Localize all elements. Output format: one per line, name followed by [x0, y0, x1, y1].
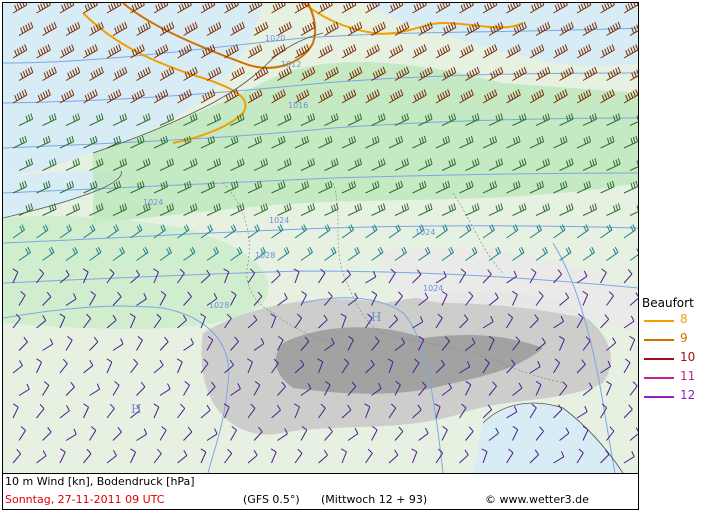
pressure-label: 1024: [423, 284, 443, 293]
pressure-label: 1024: [269, 216, 289, 225]
legend-title: Beaufort: [642, 296, 694, 310]
legend-label: 10: [680, 350, 696, 364]
legend-item: 8: [640, 310, 702, 329]
pressure-label: 1012: [281, 60, 301, 69]
pressure-label: 1024: [415, 228, 435, 237]
legend-item: 10: [640, 348, 702, 367]
legend-item: 12: [640, 386, 702, 405]
pressure-label: 1016: [288, 101, 308, 110]
legend-swatch: [644, 358, 674, 360]
legend-label: 9: [680, 331, 688, 345]
legend-label: 8: [680, 312, 688, 326]
forecast-date: Sonntag, 27-11-2011 09 UTC: [5, 493, 165, 506]
model-name: (GFS 0.5°): [243, 493, 300, 506]
weather-map: 1020 1012 1016 1024 1024 1028 1024 1024 …: [2, 2, 639, 474]
pressure-label: 1020: [265, 34, 285, 43]
pressure-label: 1024: [143, 198, 163, 207]
map-footer: 10 m Wind [kn], Bodendruck [hPa] Sonntag…: [2, 473, 639, 510]
map-variables: 10 m Wind [kn], Bodendruck [hPa]: [5, 475, 195, 488]
pressure-label: 1028: [255, 251, 275, 260]
high-pressure-marker: H: [131, 402, 141, 416]
model-run: (Mittwoch 12 + 93): [321, 493, 428, 506]
legend-label: 11: [680, 369, 696, 383]
legend-swatch: [644, 320, 674, 322]
legend-swatch: [644, 377, 674, 379]
copyright: © www.wetter3.de: [485, 493, 589, 506]
pressure-label: 1028: [209, 301, 229, 310]
legend-swatch: [644, 396, 674, 398]
legend-item: 9: [640, 329, 702, 348]
legend-item: 11: [640, 367, 702, 386]
legend-label: 12: [680, 388, 696, 402]
beaufort-legend: Beaufort 8 9 10 11 12: [640, 296, 702, 405]
legend-swatch: [644, 339, 674, 341]
wind-pressure-map: 1020 1012 1016 1024 1024 1028 1024 1024 …: [3, 3, 638, 473]
high-pressure-marker: H: [371, 310, 381, 324]
